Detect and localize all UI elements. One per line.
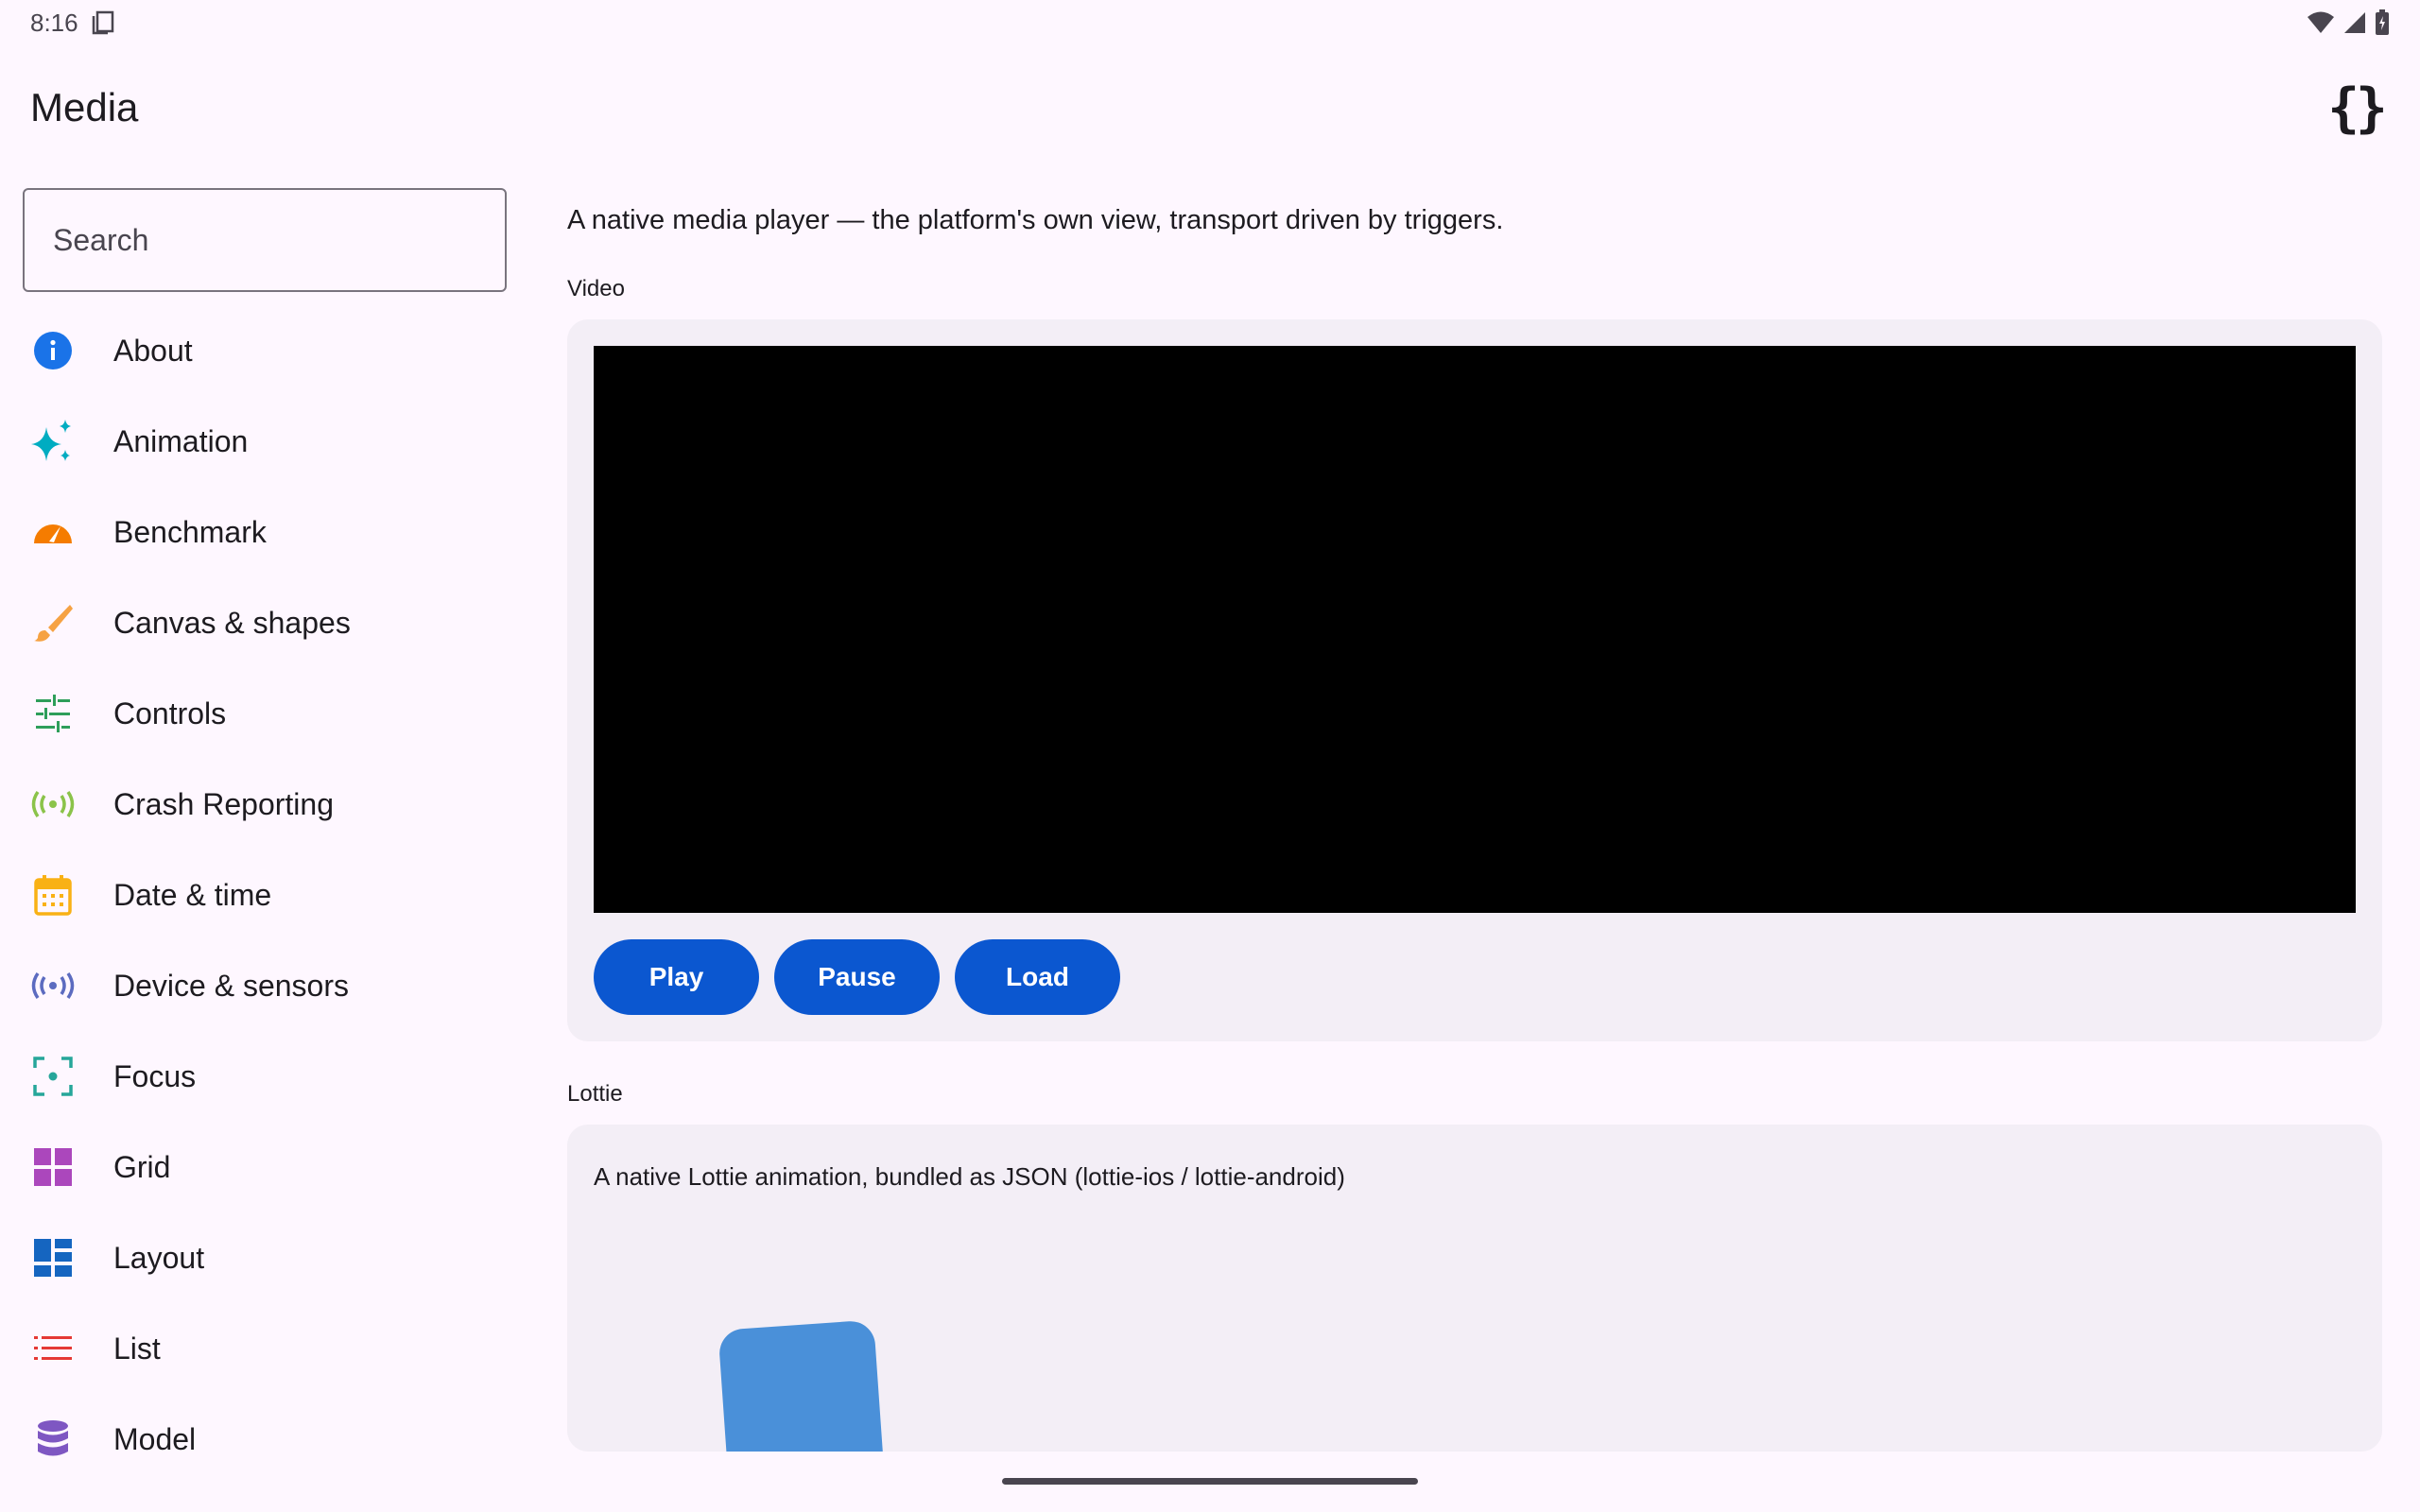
sidebar-item-label: Date & time	[113, 877, 272, 912]
sidebar-item-label: Animation	[113, 423, 249, 458]
lottie-section-label: Lottie	[567, 1081, 623, 1107]
status-time: 8:16	[30, 8, 78, 37]
video-card: Play Pause Load	[567, 319, 2382, 1041]
search-input[interactable]	[23, 188, 507, 292]
video-section-label: Video	[567, 276, 625, 301]
battery-icon	[2376, 9, 2389, 35]
sidebar-item-label: Benchmark	[113, 514, 267, 549]
sidebar-item-label: Canvas & shapes	[113, 605, 351, 640]
sidebar-item-focus[interactable]: Focus	[23, 1031, 507, 1122]
sidebar-item-animation[interactable]: Animation	[23, 396, 507, 487]
home-indicator[interactable]	[1002, 1478, 1418, 1485]
app-bar: Media {}	[0, 60, 2420, 155]
sidebar-item-list[interactable]: List	[23, 1303, 507, 1394]
sidebar-item-device-sensors[interactable]: Device & sensors	[23, 940, 507, 1031]
sidebar-item-crash-reporting[interactable]: Crash Reporting	[23, 759, 507, 850]
sidebar-item-label: Controls	[113, 696, 227, 730]
list-icon	[30, 1326, 76, 1371]
sidebar-item-label: Focus	[113, 1058, 197, 1093]
video-player[interactable]	[594, 346, 2356, 913]
play-button[interactable]: Play	[594, 939, 759, 1015]
load-button[interactable]: Load	[955, 939, 1120, 1015]
sidebar-item-label: About	[113, 333, 193, 368]
sidebar-item-layout[interactable]: Layout	[23, 1212, 507, 1303]
wifi-icon	[2308, 11, 2334, 33]
status-right	[2307, 9, 2390, 36]
focus-icon	[30, 1054, 76, 1099]
code-view-button[interactable]: {}	[2322, 74, 2390, 142]
sensor-icon	[30, 963, 76, 1008]
sidebar-item-grid[interactable]: Grid	[23, 1122, 507, 1212]
sidebar: About Animation Benchmark Canvas & shape…	[23, 188, 507, 1485]
sidebar-item-label: List	[113, 1331, 161, 1366]
lottie-card: A native Lottie animation, bundled as JS…	[567, 1125, 2382, 1452]
sidebar-item-label: Device & sensors	[113, 968, 349, 1003]
sidebar-item-label: Layout	[113, 1240, 205, 1275]
lottie-animation-shape	[717, 1319, 885, 1452]
brush-icon	[30, 600, 76, 645]
layout-icon	[30, 1235, 76, 1280]
info-icon	[30, 328, 76, 373]
cellular-signal-icon	[2344, 12, 2365, 33]
main-content: A native media player — the platform's o…	[567, 188, 2382, 1452]
sidebar-item-date-time[interactable]: Date & time	[23, 850, 507, 940]
page-title: Media	[30, 85, 139, 129]
page-description: A native media player — the platform's o…	[567, 205, 1504, 235]
status-bar: 8:16	[0, 0, 2420, 45]
sidebar-item-benchmark[interactable]: Benchmark	[23, 487, 507, 577]
sidebar-item-label: Crash Reporting	[113, 786, 334, 821]
sidebar-item-label: Grid	[113, 1149, 171, 1184]
sidebar-item-model[interactable]: Model	[23, 1394, 507, 1485]
sidebar-item-controls[interactable]: Controls	[23, 668, 507, 759]
nav-list: About Animation Benchmark Canvas & shape…	[23, 305, 507, 1485]
broadcast-icon	[30, 782, 76, 827]
status-left: 8:16	[30, 9, 114, 38]
database-icon	[30, 1417, 76, 1462]
lottie-description: A native Lottie animation, bundled as JS…	[594, 1162, 1345, 1191]
grid-icon	[30, 1144, 76, 1190]
sidebar-item-label: Model	[113, 1421, 197, 1456]
sidebar-item-about[interactable]: About	[23, 305, 507, 396]
sidebar-item-canvas[interactable]: Canvas & shapes	[23, 577, 507, 668]
speedometer-icon	[30, 509, 76, 555]
screenshot-notification-icon	[92, 10, 113, 35]
pause-button[interactable]: Pause	[774, 939, 940, 1015]
transport-controls: Play Pause Load	[594, 939, 2356, 1015]
sliders-icon	[30, 691, 76, 736]
braces-icon: {}	[2327, 77, 2387, 139]
sparkle-icon	[30, 419, 76, 464]
calendar-icon	[30, 872, 76, 918]
